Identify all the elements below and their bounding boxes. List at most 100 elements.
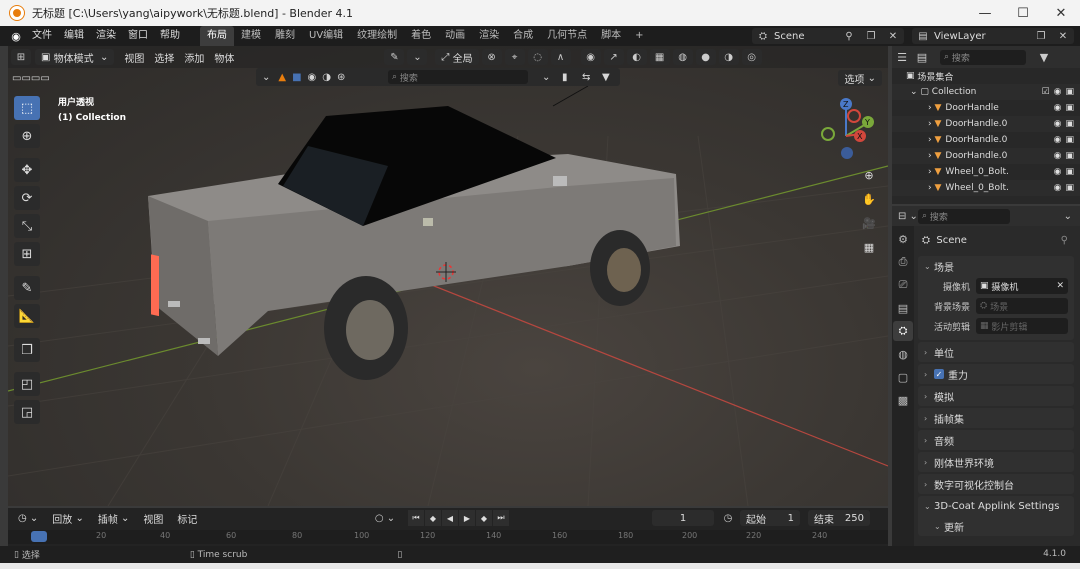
scene-panel-header[interactable]: ⌄ 场景 <box>918 256 1074 276</box>
camera-icon[interactable]: ▣ <box>1065 167 1074 177</box>
eye-icon[interactable]: ◉ <box>1054 167 1062 177</box>
gravity-panel[interactable]: › ✓ 重力 <box>918 364 1074 384</box>
mode-selector[interactable]: ▣ 物体模式 ⌄ <box>35 49 115 65</box>
outliner-editor-icon[interactable]: ☰ <box>892 51 912 64</box>
outliner-item[interactable]: › ▼ DoorHandle.0 ◉ ▣ <box>892 132 1080 148</box>
eye-icon[interactable]: ◉ <box>1054 151 1062 161</box>
add-cube-tool-icon[interactable]: ❒ <box>14 338 40 362</box>
outliner-item[interactable]: › ▼ DoorHandle ◉ ▣ <box>892 100 1080 116</box>
shading-rendered-icon[interactable]: ◎ <box>741 49 762 65</box>
transform-orientation[interactable]: ⤢ 全局 <box>435 49 479 65</box>
snap-icon[interactable]: ⌖ <box>504 49 525 65</box>
shrink-tool-icon[interactable]: ◰ <box>14 372 40 396</box>
tab-layout[interactable]: 布局 <box>200 26 234 46</box>
eye-icon[interactable]: ◉ <box>1054 103 1062 113</box>
render-tab-icon[interactable]: ⎙ <box>893 252 913 272</box>
outliner-item[interactable]: › ▼ DoorHandle.0 ◉ ▣ <box>892 116 1080 132</box>
menu-object[interactable]: 物体 <box>214 50 234 65</box>
eye-icon[interactable]: ◉ <box>1054 119 1062 129</box>
chevron-down-icon[interactable]: ⌄ <box>1064 211 1072 222</box>
collection-row[interactable]: ⌄ ▢ Collection ☑ ◉ ▣ <box>892 84 1080 100</box>
applink-settings-panel[interactable]: ⌄ 3D-Coat Applink Settings ⌄ 更新 <box>918 496 1074 536</box>
chevron-down-icon[interactable]: ⌄ <box>910 87 920 97</box>
car-model[interactable] <box>148 106 680 380</box>
units-panel[interactable]: › 单位 <box>918 342 1074 362</box>
jump-keyframe-back-icon[interactable]: ◆ <box>425 510 441 526</box>
audio-panel[interactable]: › 音频 <box>918 430 1074 450</box>
view-layer-tab-icon[interactable]: ▤ <box>893 298 913 318</box>
update-subpanel[interactable]: ⌄ 更新 <box>918 516 1074 536</box>
play-icon[interactable]: ▶ <box>459 510 475 526</box>
timeline-editor-icon[interactable]: ◷ ⌄ <box>14 510 42 526</box>
simulation-panel[interactable]: › 模拟 <box>918 386 1074 406</box>
filter-icon[interactable]: ▼ <box>1034 51 1054 64</box>
jump-start-icon[interactable]: ⏮ <box>408 510 424 526</box>
shading-wireframe-icon[interactable]: ◍ <box>672 49 693 65</box>
scene-tab-icon[interactable]: ⛭ <box>893 321 913 341</box>
menu-playback[interactable]: 回放 ⌄ <box>48 510 88 526</box>
clear-icon[interactable]: ✕ <box>1056 281 1064 291</box>
scene-name[interactable]: Scene <box>774 31 838 42</box>
filter-material-icon[interactable]: ◉ <box>308 72 317 83</box>
bookmark-icon[interactable]: ▮ <box>562 72 568 83</box>
select-box-tool-icon[interactable]: ⬚ <box>14 96 40 120</box>
rotate-tool-icon[interactable]: ⟳ <box>14 186 40 210</box>
keying-sets-panel[interactable]: › 插帧集 <box>918 408 1074 428</box>
viewport-search-input[interactable]: ⌕ 搜索 <box>388 70 528 84</box>
proportional-icon[interactable]: ◌ <box>527 49 548 65</box>
remove-scene-icon[interactable]: ✕ <box>882 31 904 42</box>
start-frame-field[interactable]: 起始 1 <box>740 510 800 526</box>
sync-icon[interactable]: ⇆ <box>582 72 590 83</box>
data-viz-console-panel[interactable]: › 数字可视化控制台 <box>918 474 1074 494</box>
properties-search-input[interactable]: ⌕ 搜索 <box>918 208 1010 224</box>
tab-shading[interactable]: 着色 <box>404 26 438 46</box>
falloff-icon[interactable]: ∧ <box>550 49 571 65</box>
background-scene-field[interactable]: ⛭ 场景 <box>976 298 1068 314</box>
view-layer-name[interactable]: ViewLayer <box>934 31 1030 42</box>
outliner-item[interactable]: › ▼ Wheel_0_Bolt. ◉ ▣ <box>892 164 1080 180</box>
minimize-button[interactable]: — <box>966 0 1004 26</box>
annotate-tool-icon[interactable]: ✎ <box>14 276 40 300</box>
navigation-gizmo[interactable]: Z Y X <box>821 98 874 159</box>
shading-material-icon[interactable]: ◑ <box>718 49 739 65</box>
camera-field[interactable]: ▣ 摄像机 ✕ <box>976 278 1068 294</box>
scene-selector[interactable]: ⛭ Scene ⚲ ❐ ✕ <box>752 28 904 44</box>
sort-icon[interactable]: ⌄ <box>542 72 550 83</box>
outliner-item[interactable]: › ▼ DoorHandle.0 ◉ ▣ <box>892 148 1080 164</box>
play-reverse-icon[interactable]: ◀ <box>442 510 458 526</box>
clock-icon[interactable]: ◷ <box>720 510 736 526</box>
checkbox-icon[interactable]: ☑ <box>1042 87 1050 97</box>
viewport-scene[interactable]: Z Y X <box>8 46 888 506</box>
close-button[interactable]: ✕ <box>1042 0 1080 26</box>
end-frame-field[interactable]: 结束 250 <box>808 510 870 526</box>
tab-animation[interactable]: 动画 <box>438 26 472 46</box>
menu-select[interactable]: 选择 <box>154 50 174 65</box>
3d-viewport[interactable]: Z Y X ⊞ ▣ 物体模式 ⌄ 视图 选择 添加 物体 ✎ ⌄ ⤢ 全局 ⊗ … <box>8 46 888 506</box>
display-mode-icon[interactable]: ▤ <box>912 51 932 64</box>
output-tab-icon[interactable]: ⎚ <box>893 275 913 295</box>
shading-solid-icon[interactable]: ● <box>695 49 716 65</box>
outliner-search-input[interactable]: ⌕ 搜索 <box>940 49 1026 65</box>
menu-window[interactable]: 窗口 <box>122 26 154 46</box>
tab-compositing[interactable]: 合成 <box>506 26 540 46</box>
outliner-item[interactable]: › ▼ Wheel_0_Bolt. ◉ ▣ <box>892 180 1080 196</box>
jump-keyframe-forward-icon[interactable]: ◆ <box>476 510 492 526</box>
tab-uv-editing[interactable]: UV编辑 <box>302 26 350 46</box>
perspective-grid-icon[interactable]: ▦ <box>858 236 880 258</box>
scale-tool-icon[interactable]: ⤡ <box>14 214 40 238</box>
active-clip-field[interactable]: ▦ 影片剪辑 <box>976 318 1068 334</box>
world-tab-icon[interactable]: ◍ <box>893 344 913 364</box>
eye-icon[interactable]: ◉ <box>1054 183 1062 193</box>
editor-type-icon[interactable]: ⊞ <box>11 49 31 65</box>
menu-view[interactable]: 视图 <box>124 50 144 65</box>
properties-editor-icon[interactable]: ⊟ ⌄ <box>898 211 918 222</box>
menu-timeline-view[interactable]: 视图 <box>139 510 167 526</box>
select-extend-icon[interactable]: ▭ <box>21 73 30 84</box>
select-invert-icon[interactable]: ▭ <box>40 73 49 84</box>
filter-object-icon[interactable]: ■ <box>292 72 301 83</box>
tab-sculpting[interactable]: 雕刻 <box>268 26 302 46</box>
menu-keying[interactable]: 插帧 ⌄ <box>94 510 134 526</box>
filter-toggle-icon[interactable]: ⌄ <box>262 72 270 83</box>
camera-icon[interactable]: ▣ <box>1065 87 1074 97</box>
remove-layer-icon[interactable]: ✕ <box>1052 31 1074 42</box>
